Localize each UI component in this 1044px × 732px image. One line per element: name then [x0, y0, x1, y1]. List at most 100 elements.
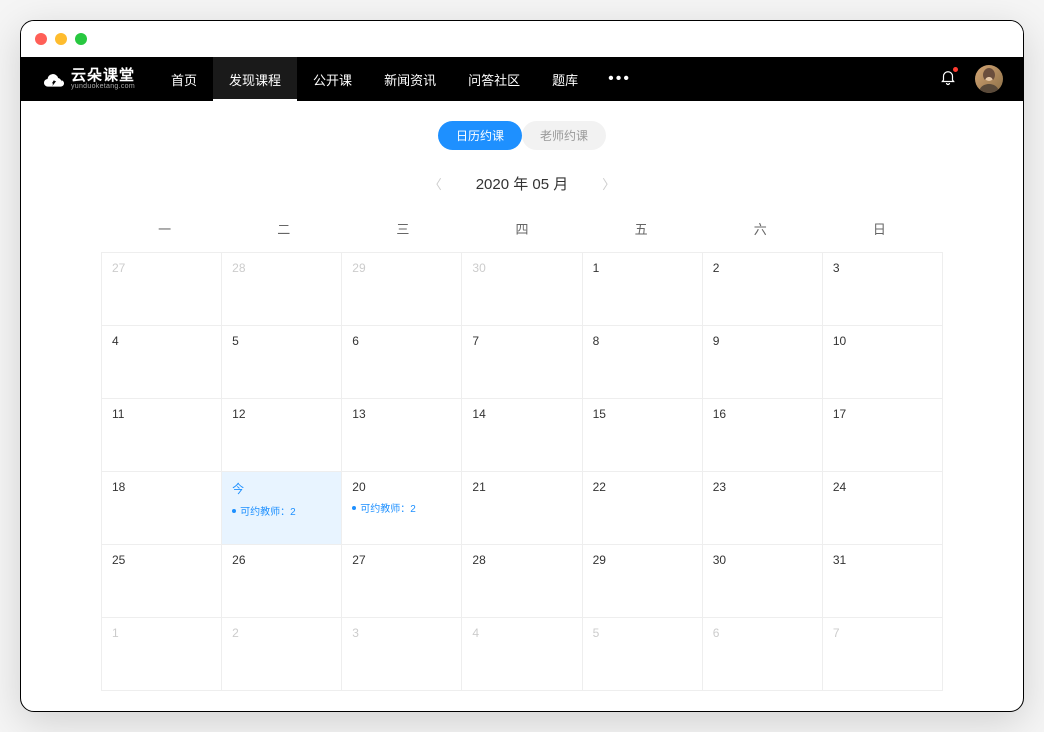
calendar-cell[interactable]: 5: [222, 326, 342, 399]
date-number: 7: [833, 626, 932, 640]
calendar-cell[interactable]: 15: [583, 399, 703, 472]
calendar-cell[interactable]: 1: [583, 253, 703, 326]
calendar-cell[interactable]: 1: [102, 618, 222, 691]
date-number: 5: [232, 334, 331, 348]
calendar-cell[interactable]: 30: [703, 545, 823, 618]
weekday-label: 日: [820, 213, 939, 244]
calendar-cell[interactable]: 23: [703, 472, 823, 545]
prev-month-icon[interactable]: 〈: [425, 170, 446, 197]
calendar-grid: 27282930123456789101112131415161718今可约教师…: [101, 252, 943, 691]
logo[interactable]: 云朵课堂 yunduoketang.com: [41, 66, 135, 92]
calendar-cell[interactable]: 28: [222, 253, 342, 326]
nav-item-1[interactable]: 发现课程: [213, 57, 297, 101]
date-number: 6: [352, 334, 451, 348]
calendar-cell[interactable]: 6: [703, 618, 823, 691]
date-number: 17: [833, 407, 932, 421]
calendar-cell[interactable]: 25: [102, 545, 222, 618]
date-number: 今: [232, 480, 331, 497]
logo-text: 云朵课堂: [71, 68, 135, 83]
calendar-cell[interactable]: 18: [102, 472, 222, 545]
tab-calendar-booking[interactable]: 日历约课: [438, 121, 522, 150]
view-tabs: 日历约课 老师约课: [101, 121, 943, 150]
calendar-cell[interactable]: 20可约教师：2: [342, 472, 462, 545]
nav-item-3[interactable]: 新闻资讯: [368, 57, 452, 101]
calendar-cell[interactable]: 31: [823, 545, 943, 618]
calendar-cell[interactable]: 6: [342, 326, 462, 399]
date-number: 30: [713, 553, 812, 567]
date-number: 21: [472, 480, 571, 494]
calendar-cell[interactable]: 28: [462, 545, 582, 618]
calendar-cell[interactable]: 2: [703, 253, 823, 326]
calendar-cell[interactable]: 10: [823, 326, 943, 399]
calendar-cell[interactable]: 7: [823, 618, 943, 691]
calendar-cell[interactable]: 14: [462, 399, 582, 472]
weekday-header: 一二三四五六日: [101, 213, 943, 244]
date-number: 1: [112, 626, 211, 640]
date-number: 18: [112, 480, 211, 494]
nav-item-2[interactable]: 公开课: [297, 57, 368, 101]
date-number: 30: [472, 261, 571, 275]
weekday-label: 四: [462, 213, 581, 244]
date-number: 22: [593, 480, 692, 494]
app-window: 云朵课堂 yunduoketang.com 首页发现课程公开课新闻资讯问答社区题…: [20, 20, 1024, 712]
calendar-cell[interactable]: 21: [462, 472, 582, 545]
calendar-cell[interactable]: 27: [342, 545, 462, 618]
date-number: 5: [593, 626, 692, 640]
calendar-cell[interactable]: 今可约教师：2: [222, 472, 342, 545]
date-number: 16: [713, 407, 812, 421]
date-number: 9: [713, 334, 812, 348]
calendar-cell[interactable]: 4: [102, 326, 222, 399]
date-number: 28: [232, 261, 331, 275]
nav-item-4[interactable]: 问答社区: [452, 57, 536, 101]
calendar-cell[interactable]: 3: [823, 253, 943, 326]
nav-item-5[interactable]: 题库: [536, 57, 594, 101]
date-number: 15: [593, 407, 692, 421]
window-titlebar: [21, 21, 1023, 57]
calendar-cell[interactable]: 29: [583, 545, 703, 618]
weekday-label: 五: [582, 213, 701, 244]
available-teacher-tag[interactable]: 可约教师：2: [352, 500, 451, 515]
calendar-cell[interactable]: 27: [102, 253, 222, 326]
calendar-cell[interactable]: 24: [823, 472, 943, 545]
tab-teacher-booking[interactable]: 老师约课: [522, 121, 606, 150]
date-number: 28: [472, 553, 571, 567]
date-number: 4: [112, 334, 211, 348]
calendar-cell[interactable]: 9: [703, 326, 823, 399]
calendar-cell[interactable]: 7: [462, 326, 582, 399]
calendar-cell[interactable]: 8: [583, 326, 703, 399]
weekday-label: 三: [343, 213, 462, 244]
calendar-cell[interactable]: 5: [583, 618, 703, 691]
calendar-cell[interactable]: 11: [102, 399, 222, 472]
maximize-icon[interactable]: [75, 33, 87, 45]
calendar-cell[interactable]: 22: [583, 472, 703, 545]
calendar-cell[interactable]: 3: [342, 618, 462, 691]
date-number: 2: [713, 261, 812, 275]
notification-bell-icon[interactable]: [939, 68, 957, 91]
calendar-cell[interactable]: 2: [222, 618, 342, 691]
date-number: 29: [352, 261, 451, 275]
calendar-cell[interactable]: 17: [823, 399, 943, 472]
calendar-cell[interactable]: 29: [342, 253, 462, 326]
notification-dot-icon: [953, 67, 958, 72]
date-number: 24: [833, 480, 932, 494]
close-icon[interactable]: [35, 33, 47, 45]
calendar-cell[interactable]: 26: [222, 545, 342, 618]
minimize-icon[interactable]: [55, 33, 67, 45]
date-number: 29: [593, 553, 692, 567]
available-teacher-tag[interactable]: 可约教师：2: [232, 503, 331, 518]
nav-item-0[interactable]: 首页: [155, 57, 213, 101]
month-label: 2020 年 05 月: [476, 173, 569, 194]
user-avatar[interactable]: [975, 65, 1003, 93]
calendar-cell[interactable]: 30: [462, 253, 582, 326]
nav-more-icon[interactable]: •••: [594, 70, 645, 88]
next-month-icon[interactable]: 〉: [598, 170, 619, 197]
calendar-cell[interactable]: 12: [222, 399, 342, 472]
calendar-cell[interactable]: 16: [703, 399, 823, 472]
weekday-label: 二: [224, 213, 343, 244]
date-number: 6: [713, 626, 812, 640]
date-number: 10: [833, 334, 932, 348]
date-number: 3: [352, 626, 451, 640]
calendar-cell[interactable]: 13: [342, 399, 462, 472]
calendar-cell[interactable]: 4: [462, 618, 582, 691]
date-number: 27: [352, 553, 451, 567]
